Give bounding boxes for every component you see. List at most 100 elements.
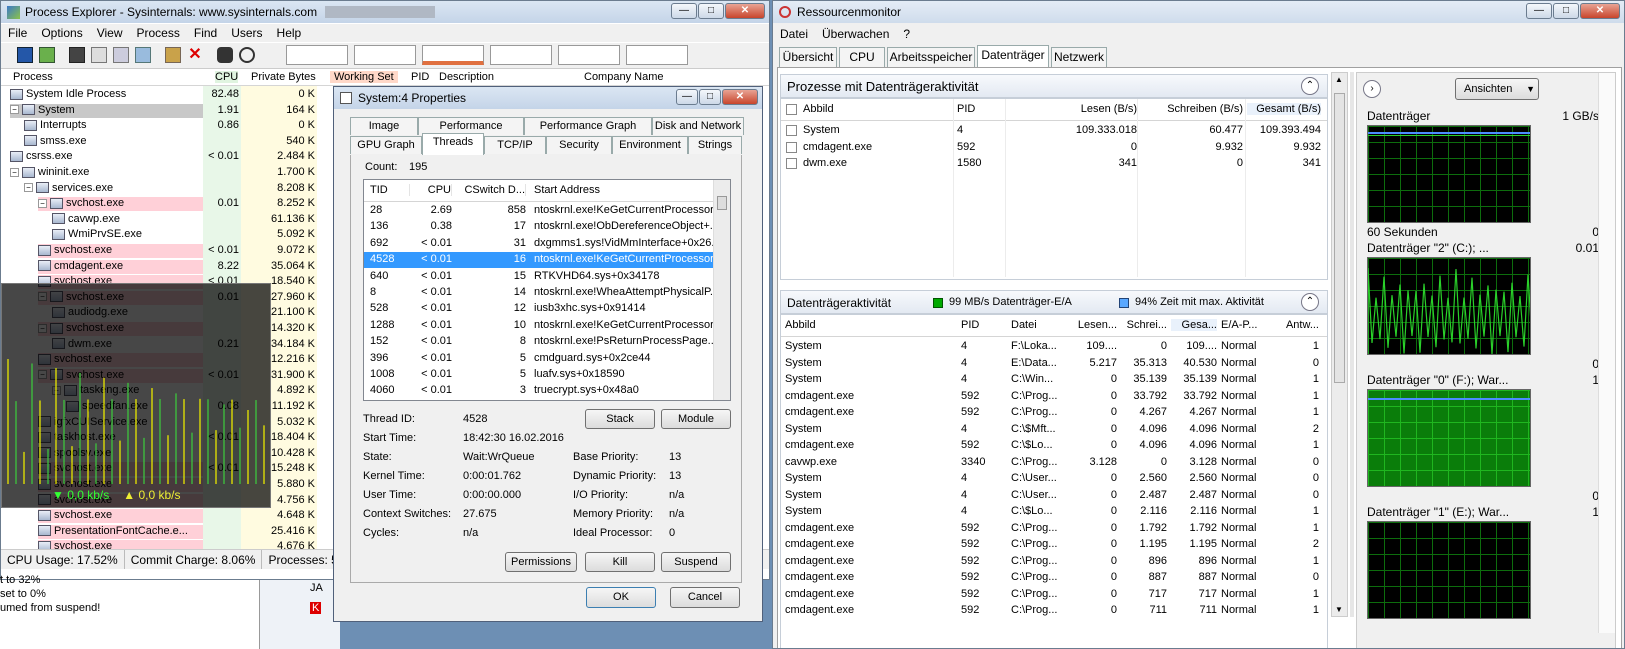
thread-row[interactable]: 4060 < 0.01 3 truecrypt.sys+0x48a0 xyxy=(364,383,714,399)
disk-activity-col-header[interactable]: Lesen... xyxy=(1073,319,1117,331)
find-icon[interactable] xyxy=(217,47,233,63)
rm-menu-item[interactable]: Überwachen xyxy=(815,25,896,43)
disk-activity-row[interactable]: cmdagent.exe 592 C:\Prog... 0 33.792 33.792 No… xyxy=(781,389,1327,405)
rm-tab[interactable]: Übersicht xyxy=(779,47,837,67)
pe-process-row[interactable]: System Idle Process 82.48 0 K xyxy=(1,87,317,102)
disk-activity-row[interactable]: cmdagent.exe 592 C:\Prog... 0 896 896 Normal 1 xyxy=(781,554,1327,570)
collapse-processes-icon[interactable]: ⌃ xyxy=(1301,77,1319,95)
processes-col-header[interactable]: Gesamt (B/s) xyxy=(1247,103,1321,115)
dll-view-icon[interactable] xyxy=(135,47,151,63)
pe-process-row[interactable]: − wininit.exe 1.700 K xyxy=(1,165,317,180)
pe-menu-process[interactable]: Process xyxy=(130,24,187,42)
kill-process-icon[interactable]: ✕ xyxy=(187,47,203,63)
disk-activity-col-header[interactable]: Abbild xyxy=(785,319,955,331)
gpu-mini-graph[interactable] xyxy=(490,45,552,65)
pe-col-header[interactable]: Description xyxy=(439,71,494,83)
permissions-button[interactable]: Permissions xyxy=(505,552,577,572)
thread-row[interactable]: 640 < 0.01 15 RTKVHD64.sys+0x34178 xyxy=(364,269,714,285)
rm-close-button[interactable]: ✕ xyxy=(1580,3,1620,19)
pe-menu-find[interactable]: Find xyxy=(187,24,224,42)
system-info-icon[interactable] xyxy=(69,47,85,63)
cpu-mini-graph[interactable] xyxy=(286,45,348,65)
threads-col-header[interactable]: CSwitch D... xyxy=(456,184,526,196)
rm-menu-item[interactable]: Datei xyxy=(773,25,815,43)
disk-activity-row[interactable]: cavwp.exe 3340 C:\Prog... 3.128 0 3.128 Normal… xyxy=(781,455,1327,471)
pe-menu-users[interactable]: Users xyxy=(224,24,269,42)
props-tab-gpu-graph[interactable]: GPU Graph xyxy=(350,136,422,154)
disk-activity-panel-header[interactable]: Datenträgeraktivität 99 MB/s Datenträger… xyxy=(780,290,1328,314)
processes-col-header[interactable]: Lesen (B/s) xyxy=(1009,103,1137,115)
stack-button[interactable]: Stack xyxy=(585,409,655,429)
pe-process-row[interactable]: svchost.exe 4.648 K xyxy=(1,508,317,524)
threads-col-header[interactable]: CPU xyxy=(414,184,452,196)
props-close-button[interactable]: ✕ xyxy=(722,89,758,105)
props-maximize-button[interactable]: □ xyxy=(699,89,721,105)
disk-mini-graph[interactable] xyxy=(626,45,688,65)
thread-row[interactable]: 152 < 0.01 8 ntoskrnl.exe!PsReturnProcessPa… xyxy=(364,334,714,350)
thread-row[interactable]: 528 < 0.01 12 iusb3xhc.sys+0x91414 xyxy=(364,301,714,317)
disk-activity-row[interactable]: System 4 E:\Data... 5.217 35.313 40.530 Normal… xyxy=(781,356,1327,372)
pe-title-bar[interactable]: Process Explorer - Sysinternals: www.sys… xyxy=(1,1,769,23)
process-checkbox[interactable] xyxy=(786,141,797,153)
thread-row[interactable]: 1008 < 0.01 5 luafv.sys+0x18590 xyxy=(364,367,714,383)
pe-process-row[interactable]: csrss.exe < 0.01 2.484 K xyxy=(1,149,317,164)
thread-row[interactable]: 1288 < 0.01 10 ntoskrnl.exe!KeGetCurrentPro… xyxy=(364,318,714,334)
disk-activity-col-header[interactable]: E/A-P... xyxy=(1221,319,1269,331)
pe-process-row[interactable]: − System 1.91 164 K xyxy=(1,103,317,118)
threads-col-header[interactable]: Start Address xyxy=(534,184,714,196)
disk-activity-row[interactable]: cmdagent.exe 592 C:\Prog... 0 1.195 1.195 Norm… xyxy=(781,537,1327,553)
disk-activity-col-header[interactable]: Datei xyxy=(1011,319,1069,331)
process-checkbox[interactable] xyxy=(786,125,797,136)
disk-activity-row[interactable]: cmdagent.exe 592 C:\Prog... 0 717 717 Normal 1 xyxy=(781,587,1327,603)
thread-row[interactable]: 8 < 0.01 14 ntoskrnl.exe!WheaAttemptPhysica… xyxy=(364,285,714,301)
pe-menu-options[interactable]: Options xyxy=(34,24,89,42)
pe-process-row[interactable]: cmdagent.exe 8.22 35.064 K xyxy=(1,259,317,274)
pe-process-row[interactable]: PresentationFontCache.e... 25.416 K xyxy=(1,524,317,539)
select-all-checkbox[interactable] xyxy=(786,104,797,115)
pe-col-header[interactable]: PID xyxy=(411,71,429,83)
process-checkbox[interactable] xyxy=(786,158,797,169)
disk-activity-row[interactable]: cmdagent.exe 592 C:\Prog... 0 4.267 4.267 Norm… xyxy=(781,405,1327,421)
pe-process-row[interactable]: smss.exe 540 K xyxy=(1,134,317,149)
props-tab-performance-graph[interactable]: Performance Graph xyxy=(524,117,652,135)
refresh-icon[interactable] xyxy=(39,47,55,63)
thread-row[interactable]: 692 < 0.01 31 dxgmms1.sys!VidMmInterface+0x… xyxy=(364,236,714,252)
rm-tab[interactable]: Netzwerk xyxy=(1051,47,1107,67)
io-mini-graph[interactable] xyxy=(422,45,484,65)
thread-row[interactable]: 396 < 0.01 5 cmdguard.sys+0x2ce44 xyxy=(364,351,714,367)
thread-row[interactable]: 28 2.69 858 ntoskrnl.exe!KeGetCurrentProces… xyxy=(364,203,714,219)
disk-graph[interactable] xyxy=(1367,257,1531,355)
taskbar-item[interactable]: K xyxy=(310,602,322,614)
disk-activity-col-header[interactable]: Antw... xyxy=(1275,319,1319,331)
props-tab-image[interactable]: Image xyxy=(350,117,418,135)
collapse-disk-activity-icon[interactable]: ⌃ xyxy=(1301,293,1319,311)
props-tab-threads[interactable]: Threads xyxy=(422,133,484,155)
pe-process-row[interactable]: WmiPrvSE.exe 5.092 K xyxy=(1,227,317,242)
threads-col-header[interactable]: TID xyxy=(370,184,410,196)
pe-menu-view[interactable]: View xyxy=(90,24,130,42)
disk-graph[interactable] xyxy=(1367,389,1531,487)
disk-activity-col-header[interactable]: Gesa... xyxy=(1171,319,1217,331)
rm-menu-item[interactable]: ? xyxy=(896,25,917,43)
pe-process-row[interactable]: − svchost.exe 0.01 8.252 K xyxy=(1,196,317,212)
disk-activity-col-header[interactable]: PID xyxy=(961,319,1007,331)
ok-button[interactable]: OK xyxy=(586,587,656,608)
pe-close-button[interactable]: ✕ xyxy=(725,3,765,19)
rm-main-scrollbar[interactable]: ▲ ▼ xyxy=(1331,72,1348,617)
pe-col-header[interactable]: Private Bytes xyxy=(251,71,316,83)
pe-menu-help[interactable]: Help xyxy=(270,24,309,42)
tree-icon[interactable] xyxy=(113,47,129,63)
disk-graph[interactable] xyxy=(1367,125,1531,223)
pe-menu-file[interactable]: File xyxy=(1,24,34,42)
props-minimize-button[interactable]: — xyxy=(676,89,698,105)
rm-tab[interactable]: Datenträger xyxy=(977,45,1049,67)
rm-maximize-button[interactable]: □ xyxy=(1553,3,1579,19)
pe-col-header[interactable]: Process xyxy=(13,71,53,83)
pe-process-row[interactable]: − services.exe 8.208 K xyxy=(1,181,317,196)
pe-col-header[interactable]: Working Set xyxy=(330,71,398,83)
props-tab-disk-and-network[interactable]: Disk and Network xyxy=(652,117,744,135)
rm-tab[interactable]: CPU xyxy=(839,47,885,67)
views-dropdown[interactable]: Ansichten ▼ xyxy=(1455,78,1539,100)
processes-col-header[interactable]: Schreiben (B/s) xyxy=(1141,103,1243,115)
disk-activity-row[interactable]: System 4 C:\Win... 0 35.139 35.139 Normal 1 xyxy=(781,372,1327,388)
